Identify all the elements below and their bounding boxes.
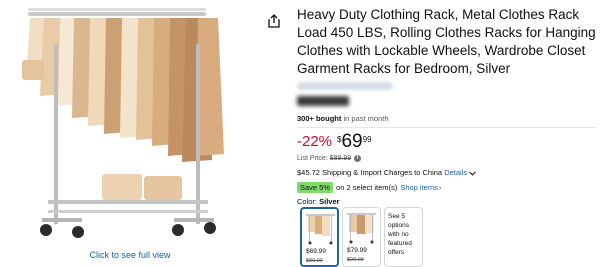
- shipping-text: $45.72 Shipping & Import Charges to Chin…: [297, 168, 443, 177]
- color-label: Color:: [297, 197, 318, 206]
- product-details: Heavy Duty Clothing Rack, Metal Clothes …: [297, 0, 597, 267]
- share-icon[interactable]: [267, 14, 281, 28]
- color-swatch-more-options[interactable]: See 5 options with no featured offers: [384, 207, 423, 267]
- swatch-price: $79.99: [347, 247, 367, 254]
- discount-percent: -22%: [297, 133, 333, 150]
- chevron-right-icon[interactable]: ›: [439, 183, 442, 192]
- swatch-thumbnail: [347, 213, 376, 244]
- blurred-store-link: [297, 82, 393, 90]
- price-fraction: 99: [362, 135, 372, 144]
- color-swatch-silver[interactable]: $69.99 $89.99: [300, 207, 339, 267]
- blurred-rating: [297, 96, 349, 106]
- swatch-options-note: See 5 options with no featured offers: [388, 213, 412, 256]
- promo-text: on 2 select item(s): [336, 183, 398, 192]
- shipping-details-link[interactable]: Details: [444, 168, 467, 177]
- chevron-down-icon[interactable]: [469, 170, 477, 176]
- bought-in-past-month: 300+ bought in past month: [297, 114, 389, 123]
- info-icon[interactable]: i: [354, 155, 362, 162]
- swatch-list-price: $99.99: [347, 257, 364, 263]
- bought-suffix: in past month: [341, 114, 389, 123]
- divider: [297, 127, 597, 128]
- color-swatch-option-2[interactable]: $79.99 $99.99: [342, 207, 381, 267]
- full-view-link[interactable]: Click to see full view: [60, 250, 200, 260]
- shop-items-link[interactable]: Shop items: [400, 183, 438, 192]
- list-price-value: $89.99: [329, 155, 352, 162]
- product-title: Heavy Duty Clothing Rack, Metal Clothes …: [297, 7, 596, 76]
- swatch-list-price: $89.99: [306, 258, 323, 264]
- shipping-info: $45.72 Shipping & Import Charges to Chin…: [297, 168, 477, 177]
- list-price-label: List Price:: [297, 155, 328, 162]
- color-selector-label: Color: Silver: [297, 197, 340, 206]
- swatch-price: $69.99: [306, 248, 326, 255]
- bought-count: 300+ bought: [297, 114, 342, 123]
- product-image[interactable]: [18, 4, 240, 242]
- list-price: List Price: $89.99 i: [297, 155, 362, 162]
- price-whole: 69: [341, 131, 363, 152]
- promo-row: Save 5% on 2 select item(s) Shop items ›: [297, 182, 441, 193]
- price-row: -22% $ 69 99: [297, 132, 372, 154]
- image-gallery: Click to see full view: [0, 0, 260, 267]
- color-value: Silver: [319, 197, 340, 206]
- swatch-thumbnail: [306, 214, 335, 245]
- save-badge: Save 5%: [297, 182, 334, 193]
